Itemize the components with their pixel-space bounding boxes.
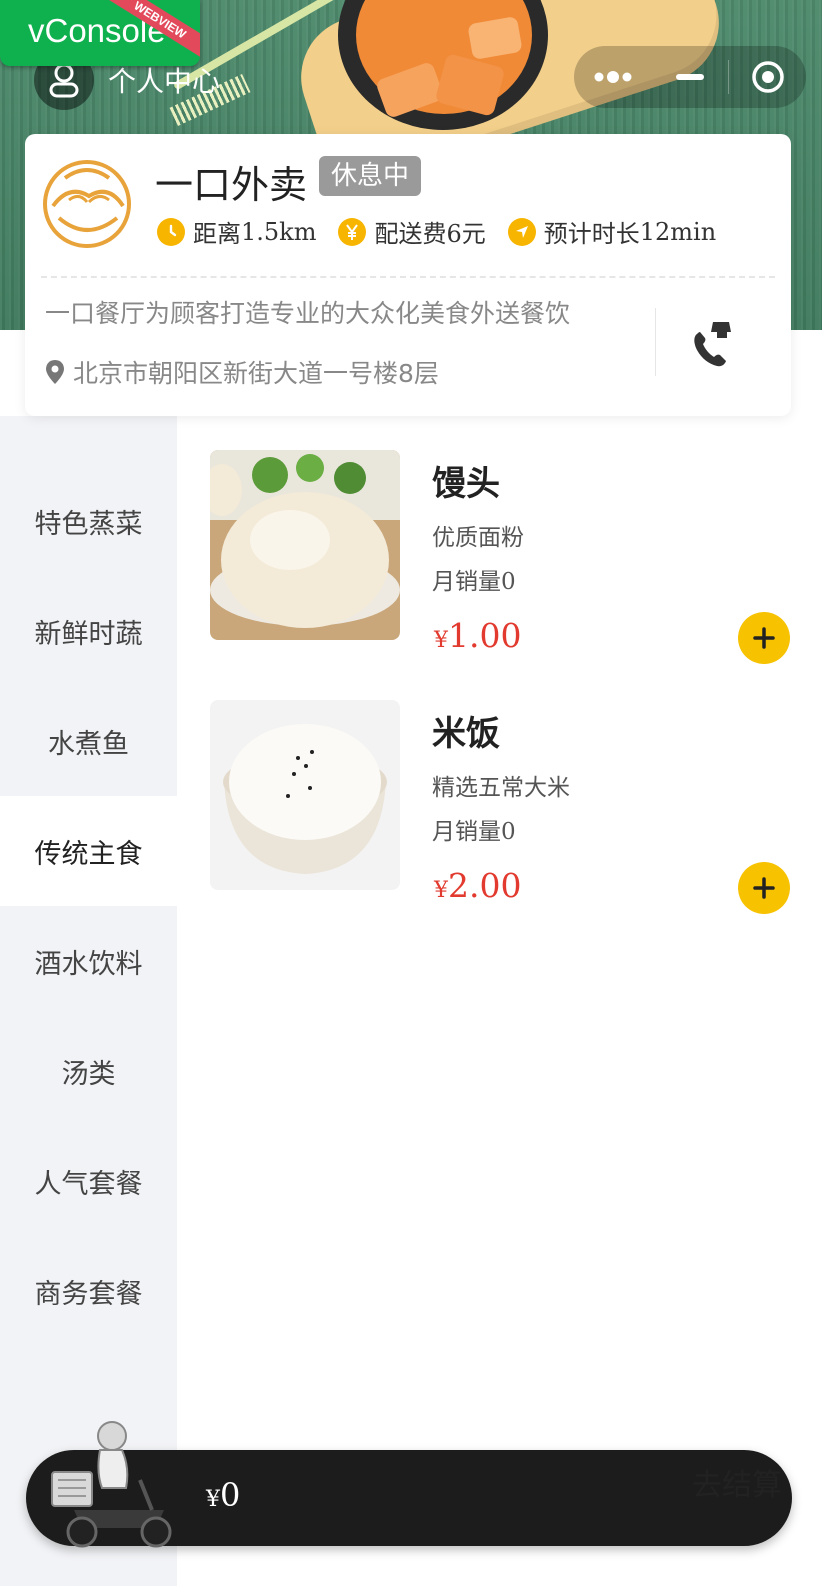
shop-description: 一口餐厅为顾客打造专业的大众化美食外送餐饮 bbox=[45, 299, 571, 328]
eta-metric: 预计时长 12min bbox=[507, 214, 717, 249]
target-close-icon bbox=[751, 61, 784, 93]
food-name: 馒头 bbox=[432, 464, 500, 504]
mantou-image bbox=[210, 450, 400, 640]
plus-icon bbox=[753, 877, 775, 899]
cart-total: ¥0 bbox=[206, 1476, 241, 1514]
card-divider bbox=[41, 276, 775, 278]
eta-value: 12min bbox=[639, 217, 717, 246]
plus-icon bbox=[753, 627, 775, 649]
category-label: 传统主食 bbox=[34, 838, 143, 870]
yen-icon bbox=[338, 217, 367, 246]
more-button[interactable] bbox=[574, 46, 651, 108]
phone-call-icon[interactable] bbox=[691, 318, 737, 368]
shop-info-card: 一口外卖 休息中 距离 1.5km 配送费 6元 预计时长 12min 一口餐厅为顾客… bbox=[25, 134, 791, 416]
food-sales: 月销量0 bbox=[432, 569, 516, 595]
shop-logo bbox=[43, 160, 131, 248]
food-item[interactable]: 米饭 精选五常大米 月销量0 ¥2.00 bbox=[210, 700, 790, 914]
category-item[interactable]: 汤类 bbox=[0, 1016, 177, 1126]
add-to-cart-button[interactable] bbox=[738, 612, 790, 664]
distance-metric: 距离 1.5km bbox=[157, 214, 316, 249]
category-sidebar: 特色蒸菜 新鲜时蔬 水煮鱼 传统主食 酒水饮料 汤类 人气套餐 商务套餐 bbox=[0, 416, 177, 1586]
food-sales: 月销量0 bbox=[432, 819, 516, 845]
profile-label: 个人中心 bbox=[108, 65, 221, 98]
navigation-arrow-icon bbox=[507, 217, 536, 246]
category-label: 水煮鱼 bbox=[48, 728, 129, 760]
category-label: 人气套餐 bbox=[34, 1168, 143, 1200]
vconsole-button[interactable]: vConsole WEBVIEW bbox=[0, 0, 200, 66]
miniprogram-capsule bbox=[574, 46, 806, 108]
shop-name: 一口外卖 bbox=[155, 163, 308, 207]
delivery-fee-value: 6元 bbox=[446, 220, 486, 248]
food-desc: 精选五常大米 bbox=[432, 775, 570, 801]
category-item[interactable]: 酒水饮料 bbox=[0, 906, 177, 1016]
shop-metrics: 距离 1.5km 配送费 6元 预计时长 12min bbox=[157, 214, 738, 249]
food-price: ¥1.00 bbox=[434, 616, 522, 655]
distance-label: 距离 bbox=[193, 220, 241, 248]
distance-value: 1.5km bbox=[241, 217, 317, 246]
close-miniprogram-button[interactable] bbox=[729, 46, 806, 108]
rice-image bbox=[210, 700, 400, 890]
delivery-fee-label: 配送费 bbox=[374, 220, 447, 248]
food-item[interactable]: 馒头 优质面粉 月销量0 ¥1.00 bbox=[210, 450, 790, 664]
checkout-button[interactable]: 去结算 bbox=[692, 1460, 782, 1504]
delivery-courier-icon bbox=[51, 1421, 172, 1548]
category-item[interactable]: 商务套餐 bbox=[0, 1236, 177, 1346]
clock-icon bbox=[157, 217, 185, 246]
category-label: 特色蒸菜 bbox=[34, 508, 143, 540]
category-item[interactable]: 水煮鱼 bbox=[0, 686, 177, 796]
eta-label: 预计时长 bbox=[543, 220, 640, 248]
card-vertical-divider bbox=[655, 308, 656, 376]
shop-address-text: 北京市朝阳区新街大道一号楼8层 bbox=[73, 359, 439, 388]
category-label: 汤类 bbox=[61, 1058, 116, 1090]
food-desc: 优质面粉 bbox=[432, 525, 524, 551]
shop-status-badge: 休息中 bbox=[319, 156, 422, 196]
category-label: 商务套餐 bbox=[34, 1278, 143, 1310]
minimize-button[interactable] bbox=[651, 46, 728, 108]
shop-address: 北京市朝阳区新街大道一号楼8层 bbox=[45, 354, 439, 390]
food-name: 米饭 bbox=[432, 714, 500, 754]
category-label: 酒水饮料 bbox=[34, 948, 143, 980]
category-label: 新鲜时蔬 bbox=[34, 618, 143, 650]
category-item[interactable]: 人气套餐 bbox=[0, 1126, 177, 1236]
minimize-icon bbox=[675, 74, 704, 80]
category-item[interactable]: 特色蒸菜 bbox=[0, 466, 177, 576]
location-pin-icon bbox=[46, 360, 64, 384]
delivery-fee-metric: 配送费 6元 bbox=[338, 214, 486, 249]
more-dots-icon bbox=[594, 71, 631, 83]
category-item[interactable]: 新鲜时蔬 bbox=[0, 576, 177, 686]
food-price: ¥2.00 bbox=[434, 866, 522, 905]
category-item[interactable]: 传统主食 bbox=[0, 796, 177, 906]
add-to-cart-button[interactable] bbox=[738, 862, 790, 914]
